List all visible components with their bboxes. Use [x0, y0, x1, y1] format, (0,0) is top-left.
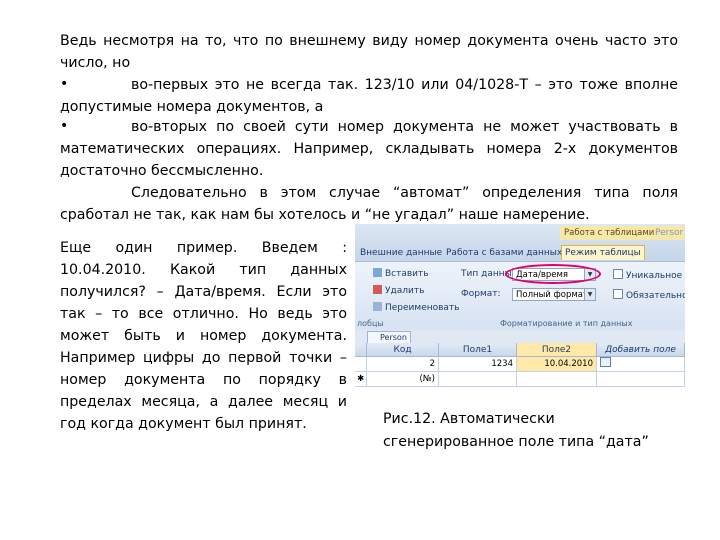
- example-line: Еще один пример. Введем :: [60, 240, 347, 256]
- bullet-1-line-1: во-первых это не всегда так. 123/10 или …: [131, 77, 678, 93]
- datasheet-grid: Код Поле1 Поле2 Добавить поле 2 1234 10.…: [355, 343, 685, 401]
- example-line: получился? – Дата/время. Если это: [60, 284, 347, 300]
- unique-checkbox[interactable]: Уникальное: [613, 269, 682, 281]
- caption-line-2: сгенерированное поле типа “дата”: [383, 433, 649, 450]
- column-header-pole2[interactable]: Поле2: [517, 343, 597, 357]
- ribbon-tab-bar: Работа с таблицами Persor Внешние данные…: [355, 224, 685, 261]
- new-row-cell-pole1[interactable]: [439, 372, 517, 387]
- intro-line-1: Ведь несмотря на то, что по внешнему вид…: [60, 33, 678, 49]
- bullet-2-symbol: •: [60, 118, 69, 134]
- format-dropdown[interactable]: Полный формат ▼: [512, 288, 596, 301]
- object-tab-person[interactable]: Person: [367, 331, 411, 343]
- tab-external-data[interactable]: Внешние данные: [357, 246, 445, 260]
- rename-column-icon: [373, 302, 382, 311]
- new-row-selector[interactable]: ✱: [355, 372, 367, 387]
- conclusion-line-1: Следовательно в этом случае “автомат” оп…: [131, 185, 678, 201]
- rename-field-button[interactable]: Переименовать: [373, 302, 460, 313]
- figure-caption: Рис.12. Автоматически сгенерированное по…: [383, 408, 649, 453]
- delete-column-icon: [373, 285, 382, 294]
- tab-datasheet[interactable]: Режим таблицы: [561, 245, 645, 260]
- access-screenshot: Работа с таблицами Persor Внешние данные…: [355, 224, 685, 401]
- insert-column-icon: [373, 268, 382, 277]
- row-selector-header: [355, 343, 367, 357]
- example-line: Например цифры до первой точки –: [60, 350, 347, 366]
- delete-field-button[interactable]: Удалить: [373, 285, 424, 296]
- caption-line-1: Рис.12. Автоматически: [383, 411, 555, 427]
- bullet-2-line-1: во-вторых по своей сути номер документа …: [131, 119, 678, 135]
- checkbox-icon: [613, 269, 623, 279]
- column-header-pole1[interactable]: Поле1: [439, 343, 517, 357]
- new-row-cell-add[interactable]: [597, 372, 685, 387]
- datatype-highlight-ellipse: [505, 264, 601, 284]
- new-row-cell-pole2[interactable]: [517, 372, 597, 387]
- required-checkbox[interactable]: Обязательное: [613, 289, 685, 301]
- bullet-2-line-2: математических операциях. Например, скла…: [60, 141, 678, 157]
- cell-pole2[interactable]: 10.04.2010: [517, 357, 597, 372]
- example-line: 10.04.2010. Какой тип данных: [60, 262, 347, 278]
- row-selector[interactable]: [355, 357, 367, 372]
- cell-pole1[interactable]: 1234: [439, 357, 517, 372]
- example-line: номер документа по порядку в: [60, 372, 347, 388]
- bullet-2-line-3: достаточно бессмысленно.: [60, 163, 264, 179]
- chevron-down-icon: ▼: [584, 289, 595, 300]
- add-field-header[interactable]: Добавить поле: [597, 343, 685, 357]
- calendar-icon-cell[interactable]: [597, 357, 685, 372]
- example-line: год когда документ был принят.: [60, 416, 307, 432]
- example-line: пределах месяца, а далее месяц и: [60, 394, 347, 410]
- checkbox-icon: [613, 289, 623, 299]
- column-header-kod[interactable]: Код: [367, 343, 439, 357]
- bullet-1-symbol: •: [60, 76, 69, 92]
- example-line: так – то все отлично. Но ведь это: [60, 306, 347, 322]
- group-label-fields: лобцы: [357, 319, 384, 328]
- new-row-cell-kod[interactable]: (№): [367, 372, 439, 387]
- window-title-fragment: Persor: [655, 228, 684, 238]
- calendar-icon[interactable]: [600, 357, 611, 367]
- example-line: может быть и номер документа.: [60, 328, 347, 344]
- tab-database-tools[interactable]: Работа с базами данных: [443, 246, 565, 260]
- insert-field-button[interactable]: Вставить: [373, 268, 429, 279]
- group-label-format: Форматирование и тип данных: [500, 319, 633, 328]
- format-label: Формат:: [461, 289, 501, 299]
- cell-kod[interactable]: 2: [367, 357, 439, 372]
- intro-line-2: число, но: [60, 55, 131, 71]
